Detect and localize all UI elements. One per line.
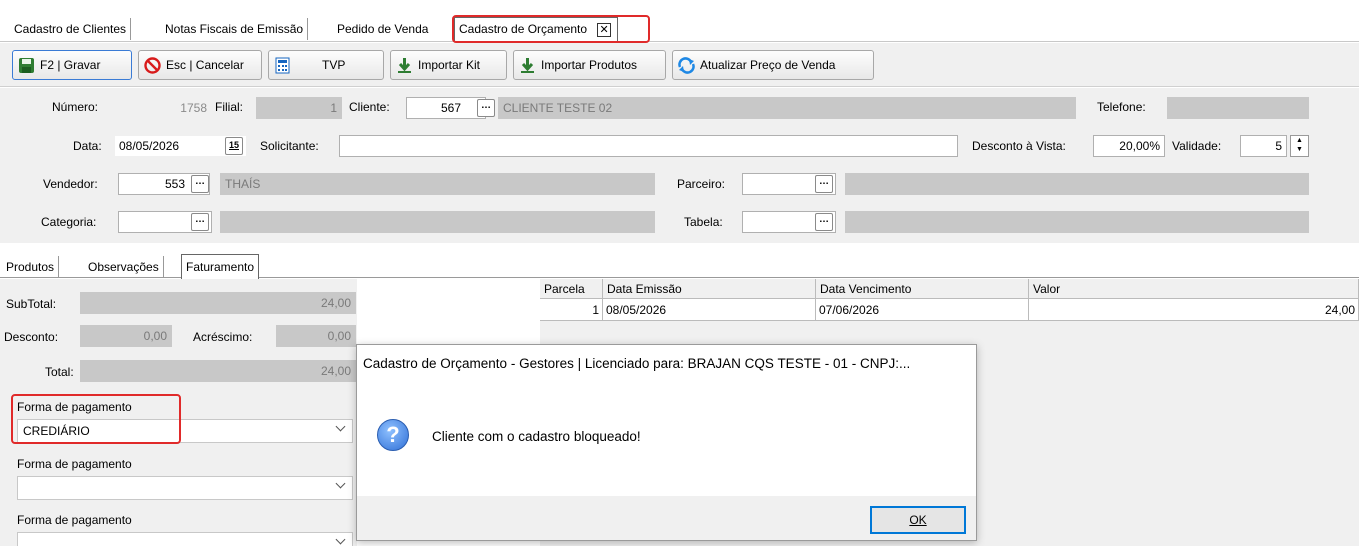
detail-tabs: Produtos Observações Faturamento [0, 254, 1359, 279]
parceiro-name-field [845, 173, 1309, 195]
pagamento-2-label: Forma de pagamento [17, 457, 132, 471]
column-header-valor[interactable]: Valor [1029, 279, 1359, 299]
parceiro-label: Parceiro: [677, 177, 726, 191]
pagamento-3-select[interactable] [17, 532, 353, 546]
column-header-data-vencimento[interactable]: Data Vencimento [816, 279, 1029, 299]
dialog-title[interactable]: Cadastro de Orçamento - Gestores | Licen… [357, 345, 976, 383]
cell-parcela[interactable]: 1 [540, 299, 603, 321]
refresh-icon [678, 56, 695, 74]
total-label: Total: [45, 365, 74, 379]
save-icon [18, 57, 35, 74]
cliente-name-field: CLIENTE TESTE 02 [498, 97, 1076, 119]
cancel-button[interactable]: Esc | Cancelar [138, 50, 262, 80]
cliente-code-field[interactable]: 567 [406, 97, 486, 119]
calendar-icon[interactable]: 15 [225, 137, 243, 155]
tab-cadastro-clientes[interactable]: Cadastro de Clientes [10, 18, 132, 40]
toolbar: F2 | Gravar Esc | Cancelar TVP Importar … [0, 43, 1359, 87]
validade-label: Validade: [1172, 139, 1222, 153]
categoria-name-field [220, 211, 655, 233]
data-value: 08/05/2026 [119, 139, 180, 153]
cliente-search-button[interactable]: … [477, 99, 495, 117]
desconto-field: 0,00 [80, 325, 172, 347]
solicitante-label: Solicitante: [260, 139, 319, 153]
vendedor-name-field: THAÍS [220, 173, 655, 195]
import-products-label: Importar Produtos [541, 58, 638, 72]
vendedor-label: Vendedor: [43, 177, 98, 191]
tvp-button[interactable]: TVP [268, 50, 384, 80]
tabela-label: Tabela: [684, 215, 723, 229]
download-icon [519, 57, 536, 74]
numero-field: 1758 [118, 97, 212, 119]
tab-observacoes[interactable]: Observações [84, 256, 164, 278]
ok-button[interactable]: OK [870, 506, 966, 534]
pagamento-2-select[interactable] [17, 476, 353, 500]
tvp-button-label: TVP [322, 58, 346, 72]
filial-label: Filial: [215, 100, 244, 114]
desconto-vista-field[interactable]: 20,00% [1093, 135, 1165, 157]
subtotal-field: 24,00 [80, 292, 356, 314]
tab-pedido-venda[interactable]: Pedido de Venda [333, 18, 432, 40]
column-header-parcela[interactable]: Parcela [540, 279, 603, 299]
ok-button-label: OK [909, 513, 927, 527]
save-button-label: F2 | Gravar [40, 58, 101, 72]
update-price-label: Atualizar Preço de Venda [700, 58, 836, 72]
tab-produtos[interactable]: Produtos [2, 256, 60, 278]
acrescimo-field: 0,00 [276, 325, 356, 347]
vendedor-search-button[interactable]: … [191, 175, 209, 193]
desconto-vista-label: Desconto à Vista: [972, 139, 1066, 153]
parceiro-search-button[interactable]: … [815, 175, 833, 193]
import-products-button[interactable]: Importar Produtos [513, 50, 666, 80]
data-label: Data: [73, 139, 102, 153]
cell-data-emissao[interactable]: 08/05/2026 [603, 299, 816, 321]
tab-faturamento[interactable]: Faturamento [181, 254, 260, 279]
dialog-footer: OK [357, 496, 976, 540]
download-icon [396, 57, 413, 74]
tabela-search-button[interactable]: … [815, 213, 833, 231]
highlight-box [11, 394, 181, 444]
telefone-field [1167, 97, 1309, 119]
cliente-label: Cliente: [349, 100, 390, 114]
cell-data-vencimento[interactable]: 07/06/2026 [816, 299, 1029, 321]
subtotal-label: SubTotal: [6, 297, 57, 311]
import-kit-button[interactable]: Importar Kit [390, 50, 507, 80]
total-field: 24,00 [80, 360, 356, 382]
update-price-button[interactable]: Atualizar Preço de Venda [672, 50, 874, 80]
cell-valor[interactable]: 24,00 [1029, 299, 1359, 321]
solicitante-field[interactable] [339, 135, 958, 157]
message-dialog: Cadastro de Orçamento - Gestores | Licen… [356, 344, 977, 541]
faturamento-panel: SubTotal: 24,00 Desconto: 0,00 Acréscimo… [0, 279, 357, 546]
column-header-data-emissao[interactable]: Data Emissão [603, 279, 816, 299]
save-button[interactable]: F2 | Gravar [12, 50, 132, 80]
pagamento-3-label: Forma de pagamento [17, 513, 132, 527]
question-icon: ? [377, 419, 409, 451]
categoria-label: Categoria: [41, 215, 97, 229]
numero-label: Número: [52, 100, 99, 114]
acrescimo-label: Acréscimo: [193, 330, 253, 344]
cancel-icon [144, 56, 161, 74]
chevron-down-icon [335, 421, 346, 432]
document-tabs: Cadastro de Clientes Notas Fiscais de Em… [0, 14, 1359, 43]
chevron-down-icon [335, 534, 346, 545]
import-kit-label: Importar Kit [418, 58, 481, 72]
categoria-search-button[interactable]: … [191, 213, 209, 231]
dialog-message: Cliente com o cadastro bloqueado! [432, 429, 641, 444]
validade-spinner[interactable]: ▲ ▼ [1290, 135, 1309, 157]
cancel-button-label: Esc | Cancelar [166, 58, 244, 72]
validade-field[interactable]: 5 [1240, 135, 1287, 157]
calculator-icon [274, 57, 291, 74]
tab-notas-fiscais[interactable]: Notas Fiscais de Emissão [161, 18, 309, 40]
telefone-label: Telefone: [1097, 100, 1146, 114]
chevron-down-icon [335, 478, 346, 489]
highlight-box [452, 15, 650, 43]
filial-field: 1 [256, 97, 342, 119]
desconto-label: Desconto: [4, 330, 59, 344]
header-form: Número: 1758 Filial: 1 Cliente: 567 … CL… [0, 88, 1359, 243]
tabela-name-field [845, 211, 1309, 233]
